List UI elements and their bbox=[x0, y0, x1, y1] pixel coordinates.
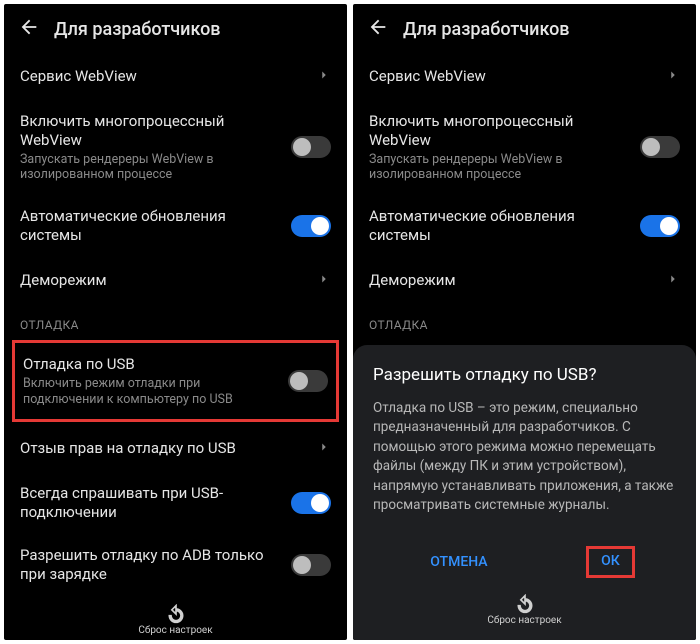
screen-left: Для разработчиков Сервис WebView Включит… bbox=[4, 4, 347, 640]
settings-list: Сервис WebView Включить многопроцессный … bbox=[4, 52, 347, 598]
header: Для разработчиков bbox=[4, 4, 347, 52]
row-multiprocess-webview[interactable]: Включить многопроцессный WebView Запуска… bbox=[353, 100, 696, 195]
row-demo-mode[interactable]: Деморежим bbox=[4, 256, 347, 304]
row-title: Всегда спрашивать при USB-подключении bbox=[20, 484, 281, 522]
row-title: Отладка по USB bbox=[23, 355, 278, 374]
dialog-actions: ОТМЕНА ОК bbox=[373, 540, 676, 584]
page-title: Для разработчиков bbox=[54, 19, 221, 40]
row-title: Отзыв прав на отладку по USB bbox=[20, 439, 307, 458]
toggle-multiprocess[interactable] bbox=[291, 136, 331, 158]
row-subtitle: Запускать рендереры WebView в изолирован… bbox=[369, 152, 630, 183]
row-webview-service[interactable]: Сервис WebView bbox=[4, 52, 347, 100]
row-multiprocess-webview[interactable]: Включить многопроцессный WebView Запуска… bbox=[4, 100, 347, 195]
row-title: Разрешить отладку по ADB только при заря… bbox=[20, 546, 281, 584]
page-title: Для разработчиков bbox=[403, 19, 570, 40]
row-title: Деморежим bbox=[369, 271, 656, 290]
row-adb-charge-only[interactable]: Разрешить отладку по ADB только при заря… bbox=[4, 534, 347, 596]
row-title: Сервис WebView bbox=[369, 67, 656, 86]
bottom-bar-reset[interactable]: Сброс настроек bbox=[373, 588, 676, 630]
row-subtitle: Запускать рендереры WebView в изолирован… bbox=[20, 152, 281, 183]
chevron-right-icon bbox=[317, 271, 331, 290]
toggle-multiprocess[interactable] bbox=[640, 136, 680, 158]
row-title: Деморежим bbox=[20, 271, 307, 290]
dialog-allow-usb-debug: Разрешить отладку по USB? Отладка по USB… bbox=[353, 345, 696, 640]
row-demo-mode[interactable]: Деморежим bbox=[353, 256, 696, 304]
highlight-usb-debug: Отладка по USB Включить режим отладки пр… bbox=[12, 340, 339, 422]
toggle-usb-debug[interactable] bbox=[288, 370, 328, 392]
row-title: Включить многопроцессный WebView bbox=[369, 112, 630, 150]
reset-icon bbox=[166, 604, 186, 624]
row-fake-location-app[interactable]: Выбрать приложение для фиктивных bbox=[4, 595, 347, 598]
row-title: Сервис WebView bbox=[20, 67, 307, 86]
bottom-bar-reset[interactable]: Сброс настроек bbox=[4, 598, 347, 640]
row-title: Автоматические обновления системы bbox=[369, 207, 630, 245]
row-webview-service[interactable]: Сервис WebView bbox=[353, 52, 696, 100]
chevron-right-icon bbox=[666, 271, 680, 290]
chevron-right-icon bbox=[317, 439, 331, 458]
chevron-right-icon bbox=[666, 67, 680, 86]
toggle-auto-update[interactable] bbox=[640, 215, 680, 237]
back-icon[interactable] bbox=[367, 16, 389, 42]
row-auto-update[interactable]: Автоматические обновления системы bbox=[4, 195, 347, 257]
toggle-auto-update[interactable] bbox=[291, 215, 331, 237]
toggle-always-ask[interactable] bbox=[291, 492, 331, 514]
row-auto-update[interactable]: Автоматические обновления системы bbox=[353, 195, 696, 257]
bottom-bar-label: Сброс настроек bbox=[138, 625, 212, 636]
toggle-adb-charge[interactable] bbox=[291, 554, 331, 576]
row-usb-debug[interactable]: Отладка по USB Включить режим отладки пр… bbox=[15, 343, 336, 419]
back-icon[interactable] bbox=[18, 16, 40, 42]
dialog-body: Отладка по USB – это режим, специально п… bbox=[373, 399, 676, 516]
row-revoke-usb[interactable]: Отзыв прав на отладку по USB bbox=[4, 424, 347, 472]
screen-right: Для разработчиков Сервис WebView Включит… bbox=[353, 4, 696, 640]
ok-button[interactable]: ОК bbox=[586, 546, 635, 578]
cancel-button[interactable]: ОТМЕНА bbox=[414, 546, 503, 578]
row-title: Включить многопроцессный WebView bbox=[20, 112, 281, 150]
row-always-ask-usb[interactable]: Всегда спрашивать при USB-подключении bbox=[4, 472, 347, 534]
chevron-right-icon bbox=[317, 67, 331, 86]
section-label-debug: ОТЛАДКА bbox=[353, 304, 696, 338]
dialog-title: Разрешить отладку по USB? bbox=[373, 365, 676, 385]
reset-icon bbox=[515, 594, 535, 614]
header: Для разработчиков bbox=[353, 4, 696, 52]
bottom-bar-label: Сброс настроек bbox=[487, 615, 561, 626]
row-subtitle: Включить режим отладки при подключении к… bbox=[23, 376, 278, 407]
row-title: Автоматические обновления системы bbox=[20, 207, 281, 245]
section-label-debug: ОТЛАДКА bbox=[4, 304, 347, 338]
